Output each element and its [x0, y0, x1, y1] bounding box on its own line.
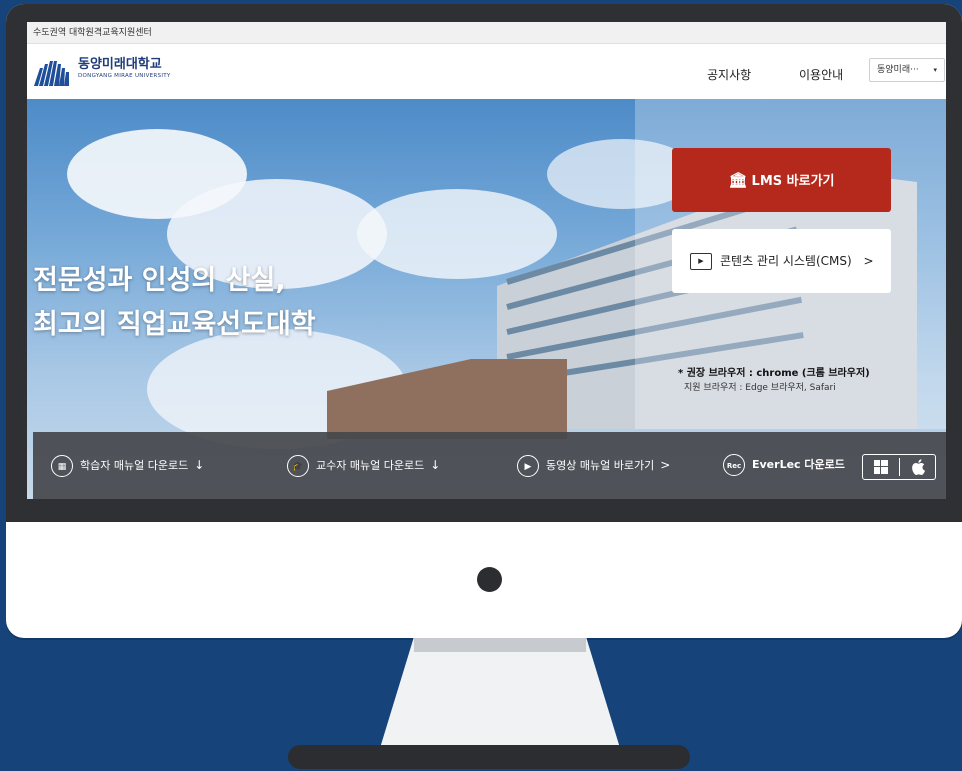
learner-manual-label: 학습자 매뉴얼 다운로드 — [80, 459, 189, 472]
hero-title-line2: 최고의 직업교육선도대학 — [33, 309, 316, 340]
logo-english-name: DONGYANG MIRAE UNIVERSITY — [78, 73, 171, 79]
monitor-stand-shadow — [414, 638, 586, 652]
nav-notice[interactable]: 공지사항 — [707, 66, 751, 83]
hero-title-line1: 전문성과 인성의 산실, — [33, 265, 286, 296]
supported-browsers: 지원 브라우저 : Edge 브라우저, Safari — [684, 383, 836, 393]
os-download-group — [862, 454, 936, 480]
hero-title: 전문성과 인성의 산실, 최고의 직업교육선도대학 — [33, 259, 316, 347]
site-header: 동양미래대학교 DONGYANG MIRAE UNIVERSITY 공지사항 이… — [27, 44, 946, 99]
university-select[interactable]: 동양미래··· ▾ — [869, 58, 945, 82]
nav-guide[interactable]: 이용안내 — [799, 66, 843, 83]
monitor-stand — [380, 638, 620, 748]
screen: 수도권역 대학원격교육지원센터 동양미래대학교 DONGYANG MIRAE U… — [27, 22, 946, 499]
instructor-manual-label: 교수자 매뉴얼 다운로드 — [316, 459, 425, 472]
chevron-right-icon: > — [863, 254, 874, 268]
university-building-icon: 🏛 — [728, 171, 748, 189]
apple-icon[interactable] — [900, 457, 936, 481]
utility-bar: 수도권역 대학원격교육지원센터 — [27, 22, 946, 44]
learner-manual-download[interactable]: ▦ 학습자 매뉴얼 다운로드 ↓ — [51, 454, 204, 477]
download-icon: ↓ — [430, 458, 441, 472]
video-play-icon: ▶ — [517, 455, 539, 477]
folder-play-icon: ▶ — [690, 253, 712, 270]
manual-icon: ▦ — [51, 455, 73, 477]
windows-icon[interactable] — [863, 457, 899, 480]
utility-bar-text: 수도권역 대학원격교육지원센터 — [33, 28, 152, 38]
logo-korean-name: 동양미래대학교 — [78, 57, 162, 72]
monitor-button-dot — [477, 567, 502, 592]
university-logo-icon[interactable] — [34, 60, 72, 86]
recommended-browser-prefix: * 권장 브라우저 : — [678, 368, 757, 379]
university-select-value: 동양미래··· — [877, 65, 919, 75]
quick-link-bar: ▦ 학습자 매뉴얼 다운로드 ↓ 🎓 교수자 매뉴얼 다운로드 ↓ ▶ 동영상 매뉴얼 바… — [33, 432, 946, 499]
video-manual-link[interactable]: ▶ 동영상 매뉴얼 바로가기 > — [517, 454, 670, 477]
cloud-decoration — [357, 189, 557, 279]
browser-note: * 권장 브라우저 : chrome (크롬 브라우저) 지원 브라우저 : E… — [678, 367, 870, 395]
everlec-download[interactable]: Rec EverLec 다운로드 — [723, 454, 845, 476]
download-icon: ↓ — [194, 458, 205, 472]
cms-button[interactable]: ▶ 콘텐츠 관리 시스템(CMS) > — [672, 229, 891, 293]
chevron-down-icon: ▾ — [933, 66, 937, 74]
everlec-download-label: EverLec 다운로드 — [752, 458, 845, 471]
hero-banner: 전문성과 인성의 산실, 최고의 직업교육선도대학 🏛 LMS 바로가기 ▶ 콘텐츠… — [27, 99, 946, 499]
lms-button[interactable]: 🏛 LMS 바로가기 — [672, 148, 891, 212]
university-logo-text[interactable]: 동양미래대학교 DONGYANG MIRAE UNIVERSITY — [78, 57, 171, 80]
cms-button-label: 콘텐츠 관리 시스템(CMS) — [720, 254, 852, 268]
recommended-browser-value: chrome (크롬 브라우저) — [756, 368, 870, 379]
instructor-manual-download[interactable]: 🎓 교수자 매뉴얼 다운로드 ↓ — [287, 454, 440, 477]
lms-button-label: LMS 바로가기 — [751, 174, 835, 189]
monitor-base — [288, 745, 690, 769]
video-manual-label: 동영상 매뉴얼 바로가기 — [546, 459, 655, 472]
chevron-right-icon: > — [660, 458, 671, 472]
recorder-person-icon: Rec — [723, 454, 745, 476]
graduation-cap-icon: 🎓 — [287, 455, 309, 477]
